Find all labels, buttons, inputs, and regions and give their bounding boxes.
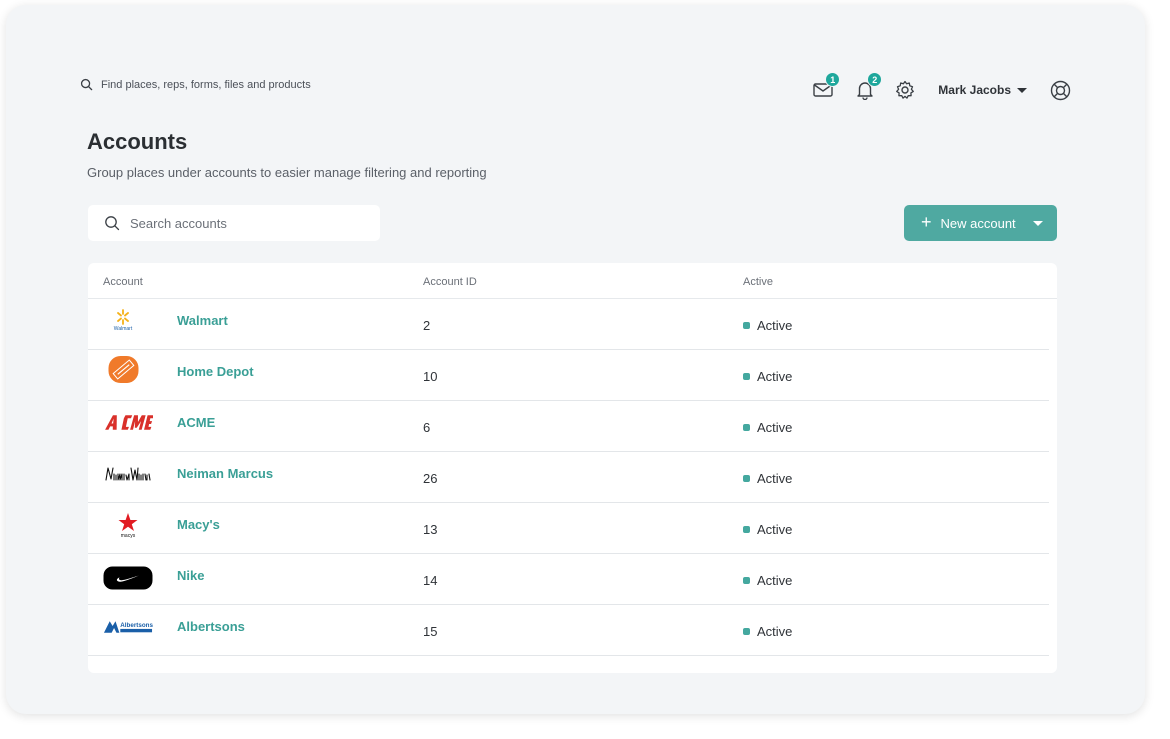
status-label: Active xyxy=(757,573,793,588)
account-name[interactable]: Home Depot xyxy=(177,364,254,379)
account-id: 10 xyxy=(423,369,438,384)
status-badge: Active xyxy=(743,420,792,435)
neiman-marcus-logo xyxy=(103,460,153,488)
table-header: Account Account ID Active xyxy=(88,263,1057,299)
status-label: Active xyxy=(757,522,793,537)
svg-text:Albertsons: Albertsons xyxy=(120,622,153,629)
acme-logo xyxy=(103,409,153,437)
svg-text:Walmart: Walmart xyxy=(114,326,133,332)
account-id: 26 xyxy=(423,471,438,486)
plus-icon: + xyxy=(921,212,932,232)
table-row[interactable]: Walmart Walmart 2 Active xyxy=(88,299,1049,350)
svg-text:macys: macys xyxy=(121,533,136,538)
status-badge: Active xyxy=(743,624,792,639)
status-badge: Active xyxy=(743,318,792,333)
notifications-badge: 2 xyxy=(867,72,883,87)
chevron-down-icon xyxy=(1017,87,1027,93)
macys-logo: macys xyxy=(103,511,153,539)
account-id: 2 xyxy=(423,318,431,333)
search-icon xyxy=(105,216,120,231)
accounts-table: Account Account ID Active Walmart Walmar… xyxy=(88,263,1057,673)
header-account-id[interactable]: Account ID xyxy=(423,276,477,288)
account-name[interactable]: Nike xyxy=(177,568,204,583)
status-badge: Active xyxy=(743,522,792,537)
status-label: Active xyxy=(757,420,793,435)
settings-button[interactable] xyxy=(894,79,916,101)
status-dot xyxy=(743,475,750,482)
status-dot xyxy=(743,577,750,584)
albertsons-logo: Albertsons xyxy=(103,613,153,641)
status-badge: Active xyxy=(743,369,792,384)
app-window: Find places, reps, forms, files and prod… xyxy=(6,5,1145,714)
messages-badge: 1 xyxy=(825,72,841,87)
walmart-logo: Walmart xyxy=(103,307,153,335)
account-name[interactable]: ACME xyxy=(177,415,215,430)
table-row[interactable]: macys Macy's 13 Active xyxy=(88,503,1049,554)
account-name[interactable]: Albertsons xyxy=(177,619,245,634)
gear-icon xyxy=(896,80,915,99)
account-id: 6 xyxy=(423,420,431,435)
account-name[interactable]: Macy's xyxy=(177,517,220,532)
status-label: Active xyxy=(757,369,793,384)
nike-logo xyxy=(103,564,153,592)
status-label: Active xyxy=(757,318,793,333)
page-title: Accounts xyxy=(87,129,188,154)
new-account-button[interactable]: + New account xyxy=(904,205,1057,241)
status-dot xyxy=(743,373,750,380)
global-search[interactable]: Find places, reps, forms, files and prod… xyxy=(80,78,311,91)
accounts-search xyxy=(88,205,380,241)
messages-button[interactable]: 1 xyxy=(812,72,841,101)
account-name[interactable]: Walmart xyxy=(177,313,228,328)
status-badge: Active xyxy=(743,471,792,486)
top-actions: 1 2 Mark Jacobs xyxy=(812,72,1071,105)
account-id: 14 xyxy=(423,573,438,588)
account-id: 15 xyxy=(423,624,438,639)
status-dot xyxy=(743,322,750,329)
status-label: Active xyxy=(757,624,793,639)
top-bar: Find places, reps, forms, files and prod… xyxy=(80,72,1071,105)
new-account-label: New account xyxy=(940,215,1016,231)
home-depot-logo xyxy=(103,356,153,384)
table-row[interactable]: ACME 6 Active xyxy=(88,401,1049,452)
table-row[interactable]: Home Depot 10 Active xyxy=(88,350,1049,401)
help-button[interactable] xyxy=(1049,79,1071,101)
status-dot xyxy=(743,526,750,533)
status-dot xyxy=(743,628,750,635)
account-name[interactable]: Neiman Marcus xyxy=(177,466,273,481)
user-menu[interactable]: Mark Jacobs xyxy=(938,83,1027,97)
status-dot xyxy=(743,424,750,431)
header-active[interactable]: Active xyxy=(743,276,773,288)
lifebuoy-icon xyxy=(1050,80,1070,100)
chevron-down-icon[interactable] xyxy=(1032,220,1043,226)
status-label: Active xyxy=(757,471,793,486)
page-subtitle: Group places under accounts to easier ma… xyxy=(87,165,487,180)
global-search-placeholder: Find places, reps, forms, files and prod… xyxy=(101,78,311,91)
table-row[interactable]: Neiman Marcus 26 Active xyxy=(88,452,1049,503)
search-icon xyxy=(80,78,93,91)
user-name: Mark Jacobs xyxy=(938,83,1011,97)
table-row[interactable]: Albertsons Albertsons 15 Active xyxy=(88,605,1049,656)
header-account[interactable]: Account xyxy=(103,276,143,288)
account-id: 13 xyxy=(423,522,438,537)
accounts-search-input[interactable] xyxy=(130,215,360,231)
table-row[interactable]: Nike 14 Active xyxy=(88,554,1049,605)
notifications-button[interactable]: 2 xyxy=(854,72,883,101)
status-badge: Active xyxy=(743,573,792,588)
